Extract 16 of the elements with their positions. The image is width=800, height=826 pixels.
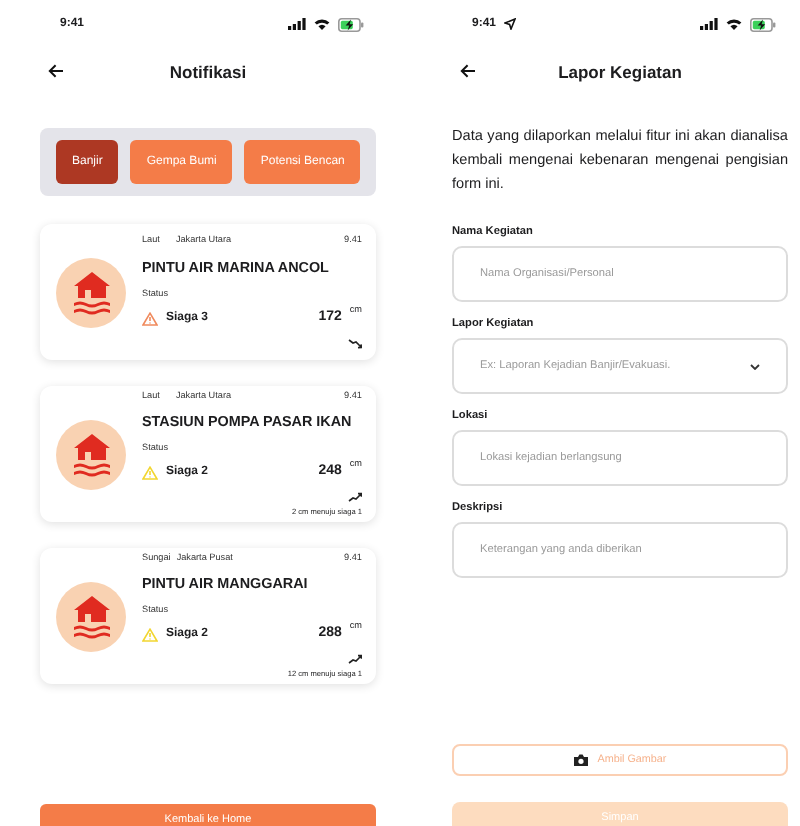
wifi-icon — [726, 18, 742, 30]
back-arrow-icon[interactable] — [460, 64, 476, 78]
battery-icon — [338, 17, 364, 31]
wifi-icon — [314, 18, 330, 30]
chevron-down-icon — [750, 363, 760, 369]
flooded-house-icon — [69, 268, 113, 316]
flooded-house-icon — [69, 430, 113, 478]
battery-icon — [750, 17, 776, 31]
location-icon — [504, 18, 517, 30]
camera-icon — [573, 754, 588, 766]
back-arrow-icon[interactable] — [48, 64, 64, 78]
page-title: Notifikasi — [169, 59, 247, 85]
page-title: Lapor Kegiatan — [558, 59, 682, 85]
flooded-house-icon — [69, 592, 113, 640]
signal-icon — [288, 18, 306, 30]
signal-icon — [700, 18, 718, 30]
